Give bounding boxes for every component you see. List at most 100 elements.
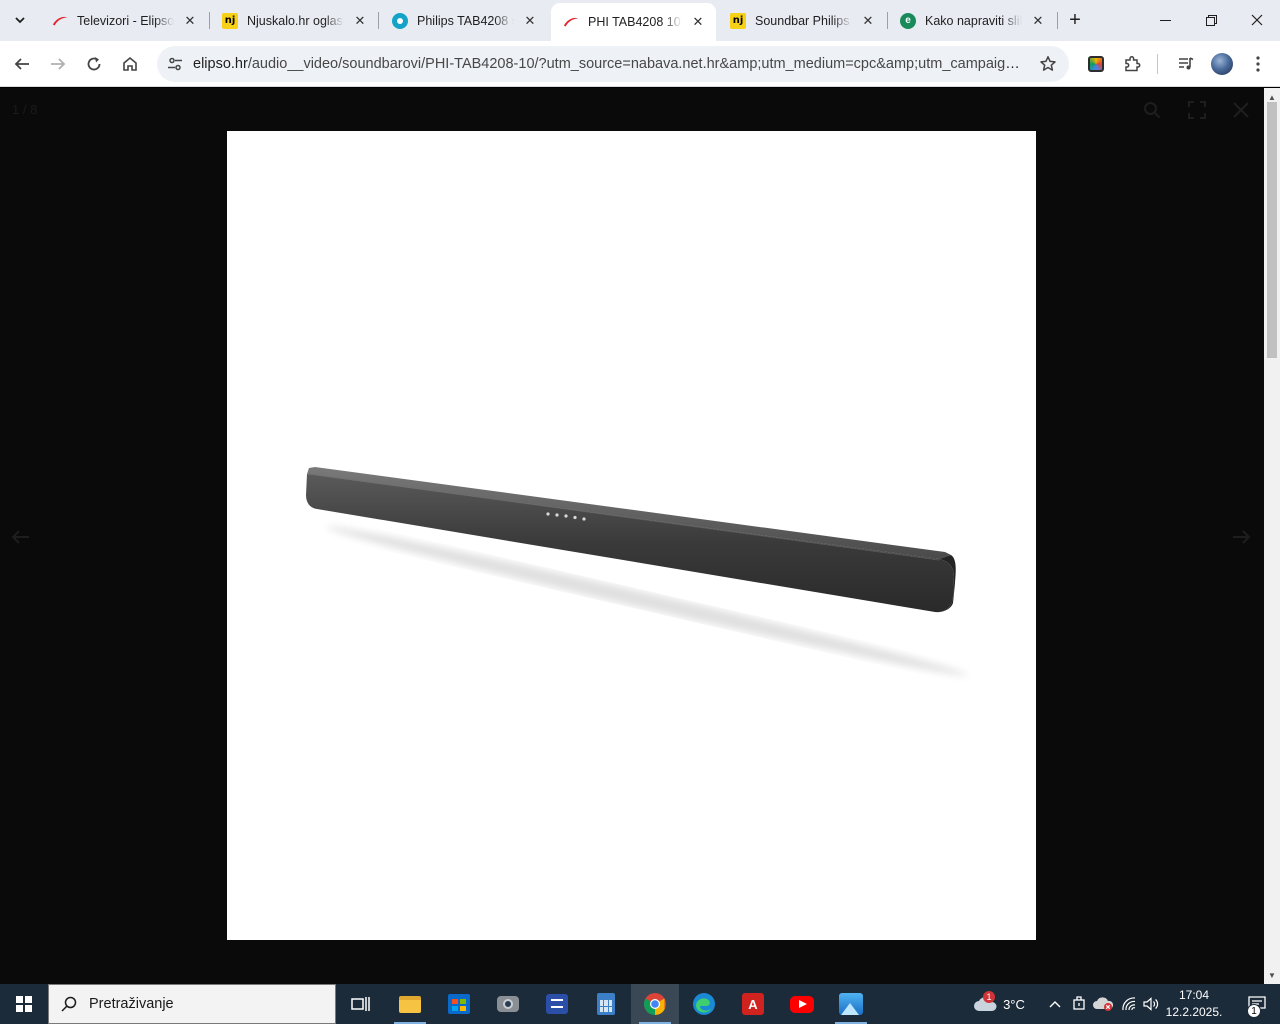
windows-logo-icon [16, 996, 32, 1012]
photos-app[interactable] [827, 984, 875, 1024]
tab-title: Soundbar Philips TAB4208 [755, 13, 852, 28]
toolbar-divider [1157, 54, 1158, 74]
volume-button[interactable] [1140, 984, 1162, 1024]
system-clock[interactable]: 17:04 12.2.2025. [1162, 987, 1226, 1021]
zoom-icon [1144, 102, 1161, 119]
weather-widget[interactable]: 3°C [968, 984, 1030, 1024]
close-icon[interactable]: ✕ [522, 13, 538, 29]
store-icon [448, 994, 470, 1014]
sign-app[interactable] [533, 984, 581, 1024]
restore-icon [1205, 14, 1217, 26]
microsoft-store-app[interactable] [435, 984, 483, 1024]
url-text[interactable]: elipso.hr/audio__video/soundbarovi/PHI-T… [193, 56, 1027, 72]
calculator-app[interactable] [582, 984, 630, 1024]
tab-televizori[interactable]: Televizori - Elipso ✕ [40, 4, 208, 37]
network-button[interactable] [1118, 984, 1140, 1024]
tab-njuskalo[interactable]: nj Njuskalo.hr oglasnik ✕ [210, 4, 378, 37]
meet-now-button[interactable] [1068, 984, 1090, 1024]
close-icon[interactable]: ✕ [352, 13, 368, 29]
lightbox-overlay: 1 / 8 [0, 88, 1264, 984]
reload-button[interactable] [78, 48, 110, 80]
tab-strip: Televizori - Elipso ✕ nj Njuskalo.hr ogl… [0, 0, 1280, 41]
fullscreen-icon [1188, 101, 1206, 119]
scrollbar-thumb[interactable] [1267, 102, 1277, 358]
lightbox-close-button[interactable] [1229, 98, 1253, 122]
document-sign-icon [546, 994, 568, 1014]
address-bar[interactable]: elipso.hr/audio__video/soundbarovi/PHI-T… [157, 46, 1069, 82]
show-hidden-icons-button[interactable] [1044, 984, 1066, 1024]
close-icon[interactable]: ✕ [182, 13, 198, 29]
youtube-app[interactable] [778, 984, 826, 1024]
search-placeholder: Pretraživanje [89, 996, 174, 1012]
calculator-icon [597, 993, 615, 1015]
chevron-down-icon [15, 17, 25, 24]
color-picker-extension-icon [1088, 56, 1104, 72]
page-scrollbar[interactable]: ▲ ▼ [1264, 88, 1280, 984]
tab-kako-napraviti[interactable]: e Kako napraviti sliku ✕ [888, 4, 1056, 37]
start-button[interactable] [0, 984, 48, 1024]
taskbar-search-box[interactable]: Pretraživanje [48, 984, 336, 1024]
fullscreen-button[interactable] [1185, 98, 1209, 122]
avatar [1211, 53, 1233, 75]
tab-soundbar-njuskalo[interactable]: nj Soundbar Philips TAB4208 ✕ [718, 4, 886, 37]
photos-icon [839, 993, 863, 1015]
search-icon [49, 996, 89, 1012]
url-host: elipso.hr [193, 56, 248, 72]
speaker-icon [1143, 997, 1159, 1011]
back-button[interactable] [6, 48, 38, 80]
elipso-logo-icon [563, 14, 579, 30]
color-extension-button[interactable] [1080, 48, 1112, 80]
browser-toolbar: elipso.hr/audio__video/soundbarovi/PHI-T… [0, 41, 1280, 87]
meet-now-icon [1073, 996, 1085, 1010]
tab-title: Televizori - Elipso [77, 13, 174, 28]
camera-app[interactable] [484, 984, 532, 1024]
tab-philips-nabava[interactable]: Philips TAB4208 soundbar ✕ [380, 4, 548, 37]
arrow-left-icon [14, 58, 29, 70]
close-icon [1251, 14, 1263, 26]
url-path: /audio__video/soundbarovi/PHI-TAB4208-10… [247, 56, 1027, 72]
arrow-right-icon [1233, 530, 1250, 544]
edge-app[interactable] [680, 984, 728, 1024]
file-explorer-app[interactable] [386, 984, 434, 1024]
product-image[interactable] [227, 131, 1036, 940]
tab-divider [1057, 12, 1058, 29]
task-view-button[interactable] [336, 984, 384, 1024]
weather-temperature: 3°C [1003, 996, 1025, 1012]
cloud-error-icon [1093, 997, 1114, 1011]
onedrive-button[interactable] [1092, 984, 1116, 1024]
camera-icon [497, 996, 519, 1012]
arrow-left-icon [12, 530, 29, 544]
acrobat-icon: A [742, 993, 764, 1015]
close-icon[interactable]: ✕ [860, 13, 876, 29]
clock-time: 17:04 [1178, 988, 1210, 1002]
home-icon [123, 56, 137, 71]
next-image-button[interactable] [1228, 524, 1254, 550]
kebab-menu-icon [1256, 56, 1260, 72]
profile-button[interactable] [1206, 48, 1238, 80]
bookmark-star-icon[interactable] [1037, 53, 1059, 75]
extensions-button[interactable] [1116, 48, 1148, 80]
media-controls-button[interactable] [1170, 48, 1202, 80]
close-icon[interactable]: ✕ [1030, 13, 1046, 29]
site-settings-icon[interactable] [163, 52, 187, 76]
close-window-button[interactable] [1234, 0, 1280, 40]
arrow-right-icon [51, 58, 66, 70]
zoom-button[interactable] [1140, 98, 1164, 122]
chrome-app[interactable] [631, 984, 679, 1024]
close-icon[interactable]: ✕ [690, 14, 706, 30]
njuskalo-logo-icon: nj [222, 12, 238, 29]
previous-image-button[interactable] [8, 524, 34, 550]
home-button[interactable] [114, 48, 146, 80]
restore-button[interactable] [1188, 0, 1234, 40]
windows-taskbar: Pretraživanje A 3°C 1 17:04 12.2.2025. 1 [0, 984, 1280, 1024]
minimize-button[interactable] [1142, 0, 1188, 40]
tab-phi-tab4208[interactable]: PHI TAB4208 10 ✕ [551, 3, 716, 41]
acrobat-app[interactable]: A [729, 984, 777, 1024]
tab-search-button[interactable] [6, 6, 34, 34]
scroll-down-icon[interactable]: ▼ [1264, 968, 1280, 982]
chrome-menu-button[interactable] [1242, 48, 1274, 80]
forward-button[interactable] [42, 48, 74, 80]
close-icon [1233, 102, 1249, 118]
new-tab-button[interactable]: + [1063, 8, 1087, 32]
notification-count-badge: 1 [1247, 1004, 1261, 1018]
